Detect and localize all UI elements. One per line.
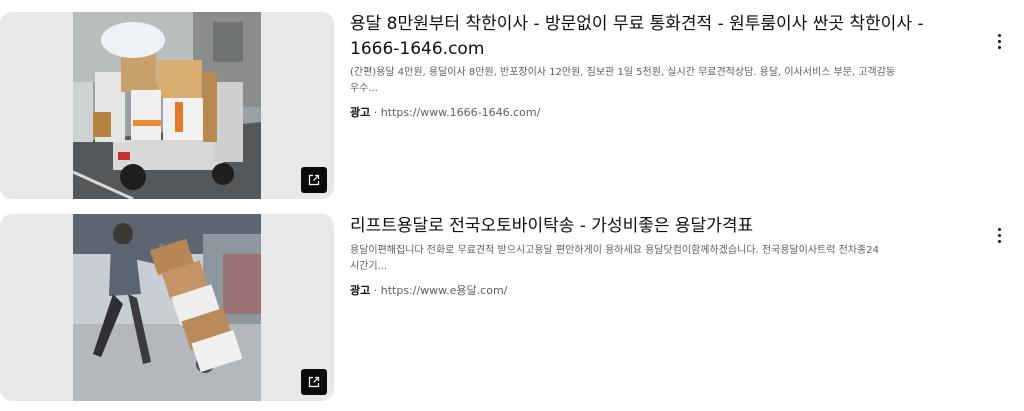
meta-separator: · [373,106,378,119]
ad-title-line-2[interactable]: 1666-1646.com [350,39,484,59]
ad-title[interactable]: 리프트용달로 전국오토바이탁송 - 가성비좋은 용달가격표 [350,214,970,239]
ad-description-line-1: 용달이편해집니다 전화로 무료견적 받으시고용달 편안하게이 용하세요 용달닷컴… [350,245,879,256]
open-external-icon[interactable] [301,369,327,395]
ad-description-line-2: 시간기... [350,261,388,272]
moving-truck-photo [73,12,261,199]
ad-description: 용달이편해집니다 전화로 무료견적 받으시고용달 편안하게이 용하세요 용달닷컴… [350,243,982,275]
ad-label: 광고 [350,106,371,119]
ad-description: (간편)용달 4만원, 용달이사 8만원, 반포장이사 12만원, 짐보관 1일… [350,65,982,97]
ad-url[interactable]: https://www.1666-1646.com/ [381,106,541,119]
ad-title-line-1[interactable]: 용달 8만원부터 착한이사 - 방문없이 무료 통화견적 - 원투룸이사 싼곳 … [350,14,924,34]
ad-meta: 광고 · https://www.e용달.com/ [350,283,507,299]
ad-result-1[interactable]: 용달 8만원부터 착한이사 - 방문없이 무료 통화견적 - 원투룸이사 싼곳 … [0,12,1024,199]
hand-truck-delivery-photo [73,214,261,401]
ad-title-line-1[interactable]: 리프트용달로 전국오토바이탁송 - 가성비좋은 용달가격표 [350,216,753,236]
open-external-icon[interactable] [301,167,327,193]
ad-url[interactable]: https://www.e용달.com/ [381,284,508,297]
ad-label: 광고 [350,284,371,297]
more-vert-icon[interactable] [988,30,1010,52]
ad-thumbnail[interactable] [0,12,334,199]
ad-meta: 광고 · https://www.1666-1646.com/ [350,105,540,121]
ad-result-2[interactable]: 리프트용달로 전국오토바이탁송 - 가성비좋은 용달가격표 용달이편해집니다 전… [0,214,1024,401]
ad-title[interactable]: 용달 8만원부터 착한이사 - 방문없이 무료 통화견적 - 원투룸이사 싼곳 … [350,12,970,62]
ad-description-line-1: (간편)용달 4만원, 용달이사 8만원, 반포장이사 12만원, 짐보관 1일… [350,67,896,78]
more-vert-icon[interactable] [988,224,1010,246]
meta-separator: · [373,284,378,297]
ad-thumbnail[interactable] [0,214,334,401]
ad-description-line-2: 우수... [350,83,378,94]
